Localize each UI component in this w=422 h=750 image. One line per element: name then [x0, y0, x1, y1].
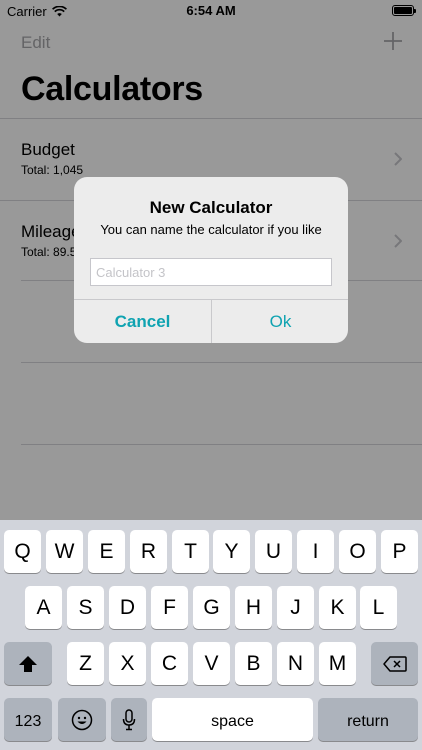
key-i[interactable]: I	[297, 530, 334, 573]
ok-button[interactable]: Ok	[212, 300, 348, 343]
key-a[interactable]: A	[25, 586, 62, 629]
cancel-button[interactable]: Cancel	[74, 300, 211, 343]
key-x[interactable]: X	[109, 642, 146, 685]
key-z[interactable]: Z	[67, 642, 104, 685]
key-g[interactable]: G	[193, 586, 230, 629]
space-key[interactable]: space	[152, 698, 313, 741]
key-o[interactable]: O	[339, 530, 376, 573]
key-v[interactable]: V	[193, 642, 230, 685]
emoji-icon	[71, 710, 93, 731]
return-key[interactable]: return	[318, 698, 418, 741]
shift-key[interactable]	[4, 642, 52, 685]
return-key-label: return	[347, 713, 389, 730]
space-key-label: space	[211, 713, 254, 730]
key-f[interactable]: F	[151, 586, 188, 629]
numbers-key[interactable]: 123	[4, 698, 52, 741]
key-q[interactable]: Q	[4, 530, 41, 573]
key-y[interactable]: Y	[213, 530, 250, 573]
key-t[interactable]: T	[172, 530, 209, 573]
key-c[interactable]: C	[151, 642, 188, 685]
numbers-key-label: 123	[14, 713, 42, 730]
delete-key[interactable]	[371, 642, 418, 685]
key-b[interactable]: B	[235, 642, 272, 685]
key-m[interactable]: M	[319, 642, 356, 685]
keyboard: Q W E R T Y U I O P A S D F G H J K L Z …	[0, 520, 422, 750]
key-p[interactable]: P	[381, 530, 418, 573]
key-s[interactable]: S	[67, 586, 104, 629]
key-h[interactable]: H	[235, 586, 272, 629]
key-r[interactable]: R	[130, 530, 167, 573]
key-d[interactable]: D	[109, 586, 146, 629]
screen: Carrier 6:54 AM Edit Calculators Budget …	[0, 0, 422, 750]
key-n[interactable]: N	[277, 642, 314, 685]
emoji-key[interactable]	[58, 698, 106, 741]
key-l[interactable]: L	[360, 586, 397, 629]
key-e[interactable]: E	[88, 530, 125, 573]
calculator-name-input[interactable]	[90, 258, 332, 286]
alert-title: New Calculator	[149, 198, 273, 217]
alert-message: You can name the calculator if you like	[100, 222, 322, 237]
new-calculator-alert: New Calculator You can name the calculat…	[74, 177, 348, 343]
dictation-key[interactable]	[111, 698, 147, 741]
key-w[interactable]: W	[46, 530, 83, 573]
key-j[interactable]: J	[277, 586, 314, 629]
key-u[interactable]: U	[255, 530, 292, 573]
microphone-icon	[122, 709, 136, 731]
key-k[interactable]: K	[319, 586, 356, 629]
shift-icon	[19, 656, 37, 673]
backspace-icon	[382, 656, 407, 673]
